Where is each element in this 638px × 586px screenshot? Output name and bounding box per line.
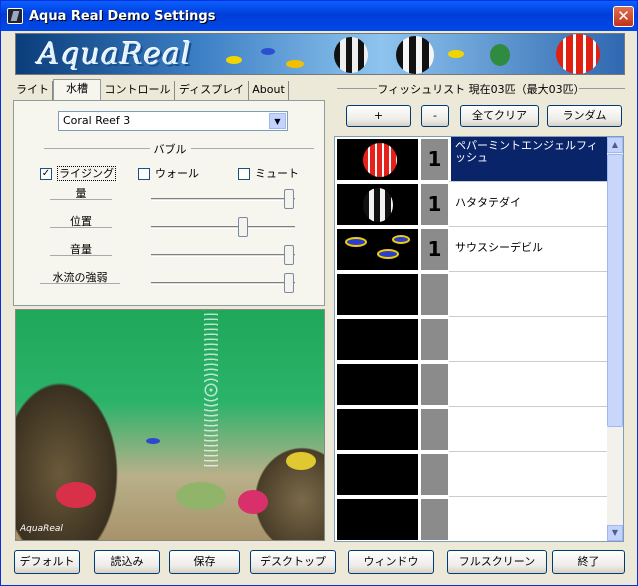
bannerfish-thumb bbox=[337, 184, 418, 225]
rising-checkbox[interactable]: ✓ ライジング bbox=[40, 165, 116, 181]
fish-count: 1 bbox=[421, 139, 448, 180]
amount-slider-track[interactable] bbox=[151, 198, 295, 201]
scrollbar-thumb[interactable] bbox=[607, 154, 623, 427]
tank-select[interactable]: Coral Reef 3 ▼ bbox=[58, 111, 288, 131]
tab-label: ディスプレイ bbox=[178, 83, 245, 96]
settings-window: Aqua Real Demo Settings ✕ AquaReal ライト 水… bbox=[0, 0, 638, 586]
tab-tank[interactable]: 水槽 bbox=[53, 79, 101, 101]
yellow-coral bbox=[286, 452, 316, 470]
close-icon: ✕ bbox=[617, 7, 630, 25]
mute-label: ミュート bbox=[255, 167, 299, 180]
peppermint-fish-thumb bbox=[337, 139, 418, 180]
save-button[interactable]: 保存 bbox=[169, 550, 240, 574]
position-slider-thumb[interactable] bbox=[238, 217, 248, 237]
fish-list[interactable]: 1 ペパーミントエンジェルフィッシュ 1 ハタタテダイ 1 サウスシーデビル ▲… bbox=[334, 136, 624, 542]
load-button[interactable]: 読込み bbox=[94, 550, 160, 574]
remove-fish-button[interactable]: - bbox=[421, 105, 449, 127]
aquarium-preview: AquaReal bbox=[15, 309, 325, 541]
title-bar: Aqua Real Demo Settings ✕ bbox=[1, 1, 637, 31]
preview-logo: AquaReal bbox=[20, 524, 63, 534]
mute-checkbox[interactable]: ミュート bbox=[238, 165, 299, 181]
tab-control[interactable]: コントロール bbox=[101, 81, 175, 101]
tab-display[interactable]: ディスプレイ bbox=[175, 81, 249, 101]
fish-list-scrollbar[interactable]: ▲ ▼ bbox=[607, 137, 623, 541]
fish-name: サウスシーデビル bbox=[455, 241, 543, 254]
scroll-up-icon[interactable]: ▲ bbox=[607, 137, 623, 153]
list-item[interactable]: 1 ペパーミントエンジェルフィッシュ bbox=[335, 137, 609, 182]
current-strength-slider-thumb[interactable] bbox=[284, 273, 294, 293]
fish-count: 1 bbox=[421, 184, 448, 225]
add-fish-button[interactable]: + bbox=[346, 105, 411, 127]
app-icon bbox=[7, 8, 23, 24]
red-coral bbox=[56, 482, 96, 508]
tank-select-value: Coral Reef 3 bbox=[63, 114, 131, 127]
position-slider-track[interactable] bbox=[151, 226, 295, 229]
chevron-down-icon[interactable]: ▼ bbox=[269, 113, 286, 129]
volume-slider-track[interactable] bbox=[151, 254, 295, 257]
fish-name: ハタタテダイ bbox=[455, 196, 521, 209]
list-item[interactable] bbox=[335, 407, 609, 452]
exit-button[interactable]: 終了 bbox=[552, 550, 625, 574]
fish-name: ペパーミントエンジェルフィッシュ bbox=[451, 137, 609, 182]
fish-list-title: フィッシュリスト 現在03匹（最大03匹） bbox=[377, 83, 585, 96]
southsea-devil-thumb bbox=[337, 229, 418, 270]
wall-checkbox[interactable]: ウォール bbox=[138, 165, 199, 181]
default-button[interactable]: デフォルト bbox=[14, 550, 80, 574]
bubble-stream bbox=[204, 310, 218, 470]
aquareal-banner: AquaReal bbox=[15, 33, 625, 75]
list-item[interactable]: 1 ハタタテダイ bbox=[335, 182, 609, 227]
clear-all-button[interactable]: 全てクリア bbox=[460, 105, 539, 127]
close-button[interactable]: ✕ bbox=[613, 6, 634, 27]
tab-label: 水槽 bbox=[66, 82, 88, 95]
tank-tab-panel: Coral Reef 3 ▼ バブル ✓ ライジング ウォール ミュート 量 位置 … bbox=[13, 100, 325, 306]
current-strength-slider-track[interactable] bbox=[151, 282, 295, 285]
check-icon: ✓ bbox=[40, 168, 52, 180]
list-item[interactable] bbox=[335, 497, 609, 541]
tab-about[interactable]: About bbox=[249, 81, 289, 101]
rock-left bbox=[16, 370, 126, 540]
list-item[interactable] bbox=[335, 452, 609, 497]
scroll-down-icon[interactable]: ▼ bbox=[607, 525, 623, 541]
window-title: Aqua Real Demo Settings bbox=[29, 9, 216, 24]
list-item[interactable] bbox=[335, 317, 609, 362]
list-item[interactable] bbox=[335, 272, 609, 317]
pink-coral bbox=[238, 490, 268, 514]
bubble-group-label: バブル bbox=[149, 143, 191, 156]
wall-label: ウォール bbox=[155, 167, 199, 180]
list-item[interactable] bbox=[335, 362, 609, 407]
banner-logo: AquaReal bbox=[38, 37, 192, 72]
tab-label: ライト bbox=[16, 83, 49, 96]
small-fish bbox=[146, 438, 160, 444]
random-button[interactable]: ランダム bbox=[547, 105, 622, 127]
tab-label: コントロール bbox=[104, 83, 171, 96]
list-item[interactable]: 1 サウスシーデビル bbox=[335, 227, 609, 272]
amount-slider-thumb[interactable] bbox=[284, 189, 294, 209]
tab-light[interactable]: ライト bbox=[13, 81, 53, 101]
fullscreen-button[interactable]: フルスクリーン bbox=[447, 550, 547, 574]
tab-label: About bbox=[252, 83, 285, 96]
volume-slider-thumb[interactable] bbox=[284, 245, 294, 265]
green-coral bbox=[176, 482, 226, 510]
window-button[interactable]: ウィンドウ bbox=[348, 550, 434, 574]
fish-count: 1 bbox=[421, 229, 448, 270]
rising-label: ライジング bbox=[57, 166, 116, 181]
desktop-button[interactable]: デスクトップ bbox=[250, 550, 336, 574]
